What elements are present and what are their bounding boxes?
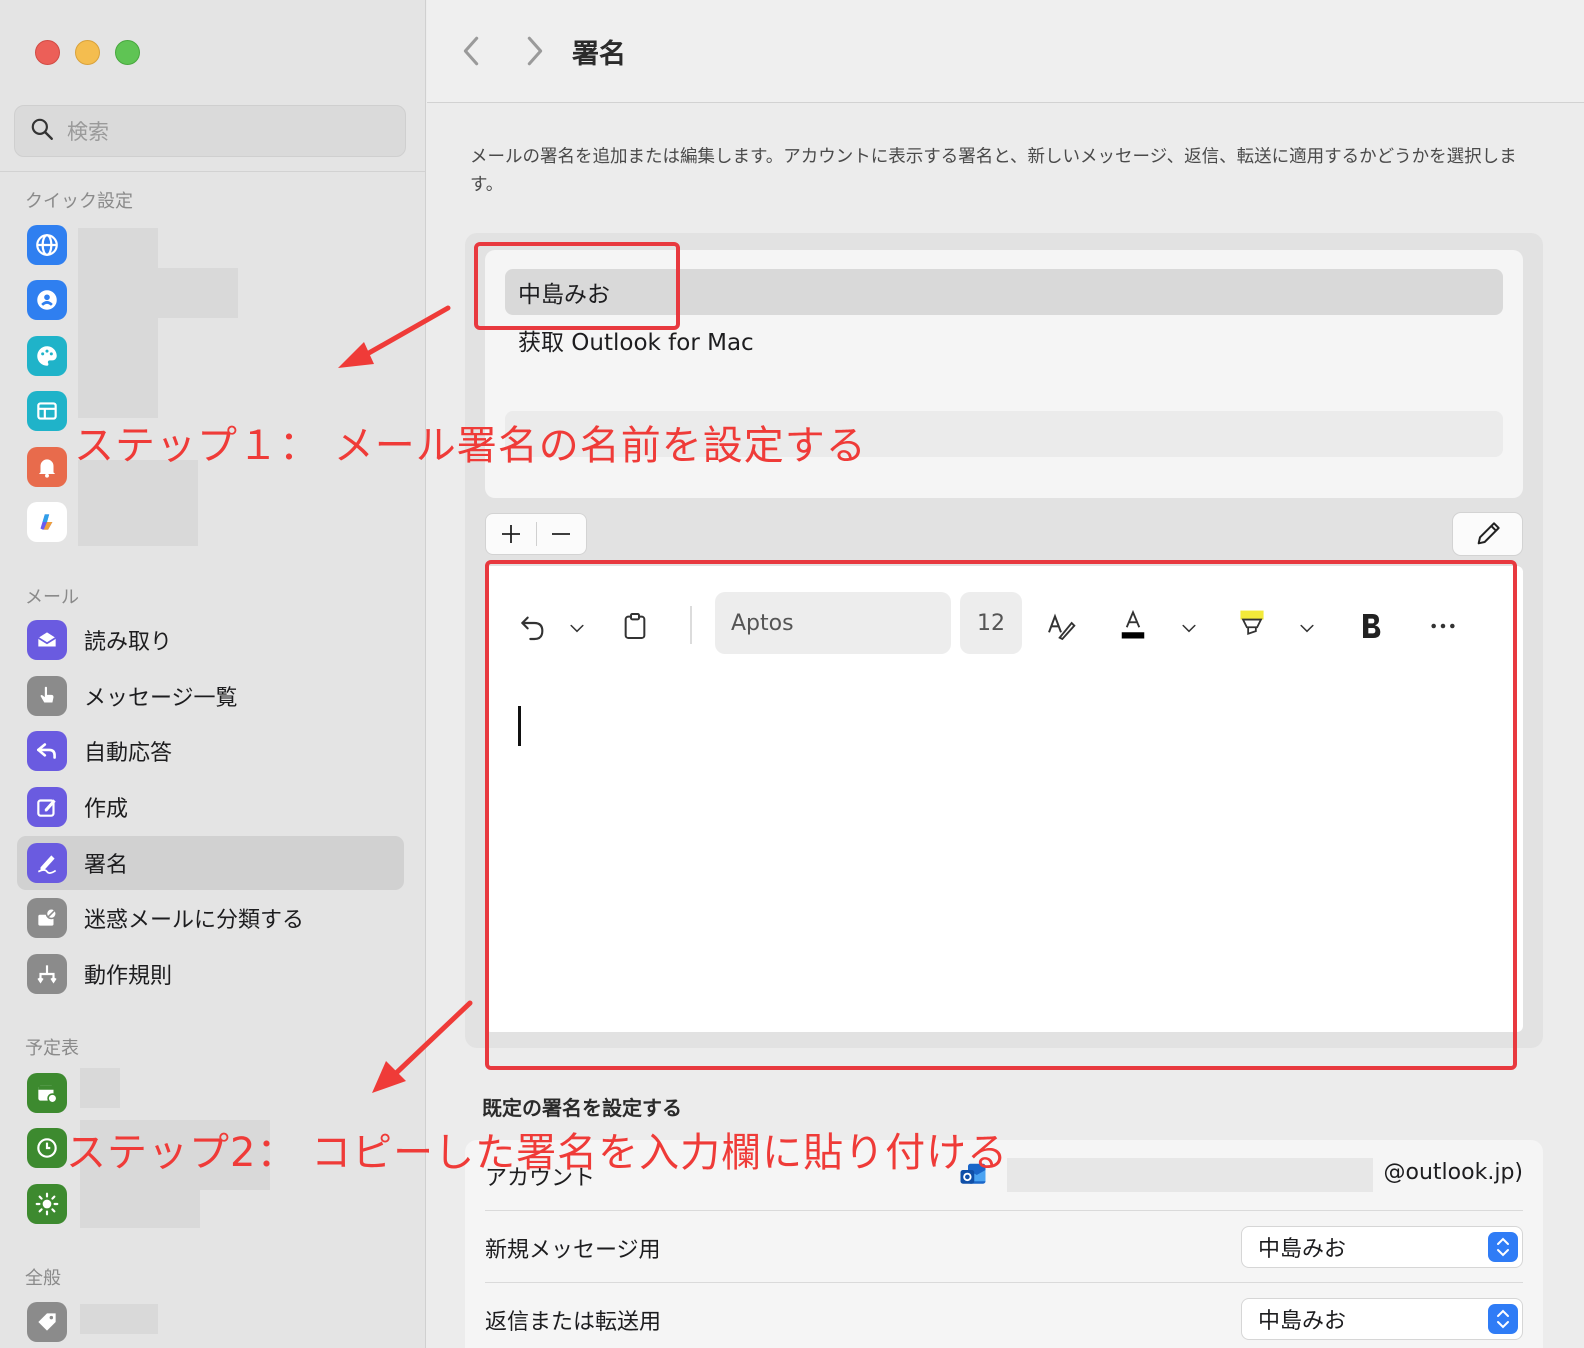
reply-label: 返信または転送用 — [485, 1310, 662, 1335]
search-input[interactable]: 検索 — [14, 105, 406, 157]
annotation-arrow-1 — [338, 305, 451, 368]
redacted-area — [80, 1068, 120, 1108]
sun-icon[interactable] — [27, 1184, 67, 1224]
redacted-area — [78, 228, 158, 268]
new-message-label: 新規メッセージ用 — [485, 1238, 661, 1263]
sidebar-item-reading[interactable]: 読み取り — [17, 613, 404, 667]
page-title: 署名 — [572, 39, 626, 70]
sidebar-item-label: メッセージ一覧 — [84, 686, 238, 711]
redacted-area — [80, 1190, 200, 1228]
divider — [485, 1210, 1523, 1211]
bell-icon[interactable] — [27, 447, 67, 487]
copilot-icon[interactable] — [27, 502, 67, 542]
minimize-window-button[interactable] — [75, 40, 100, 65]
updown-chevron-icon — [1488, 1304, 1518, 1334]
redacted-area — [1007, 1158, 1373, 1192]
divider — [485, 1282, 1523, 1283]
chevron-left-icon — [463, 36, 479, 66]
compose-icon — [27, 787, 67, 827]
redacted-area — [80, 1304, 158, 1334]
sidebar-item-label: 動作規則 — [84, 964, 173, 989]
step2-annotation: ステップ2： コピーした署名を入力欄に貼り付ける — [66, 1130, 1009, 1176]
new-message-signature-select[interactable]: 中島みお — [1241, 1226, 1523, 1268]
search-icon — [29, 116, 55, 146]
redacted-area — [78, 318, 158, 418]
palette-icon[interactable] — [27, 336, 67, 376]
select-value: 中島みお — [1258, 1237, 1347, 1262]
remove-signature-button[interactable] — [536, 514, 586, 554]
person-circle-icon[interactable] — [27, 280, 67, 320]
pencil-icon — [1477, 522, 1500, 545]
sidebar-item-compose[interactable]: 作成 — [17, 780, 404, 834]
layout-icon[interactable] — [27, 391, 67, 431]
sidebar-item-label: 読み取り — [84, 630, 173, 655]
close-window-button[interactable] — [35, 40, 60, 65]
sidebar-item-junk[interactable]: 迷惑メールに分類する — [17, 891, 404, 945]
minus-icon — [552, 533, 571, 535]
page-description: メールの署名を追加または編集します。アカウントに表示する署名と、新しいメッセージ… — [470, 147, 1517, 195]
sidebar-item-message-list[interactable]: メッセージ一覧 — [17, 669, 404, 723]
zoom-window-button[interactable] — [115, 40, 140, 65]
redacted-area — [78, 268, 238, 318]
sidebar-item-label: 迷惑メールに分類する — [84, 908, 305, 933]
envelope-open-icon — [27, 620, 67, 660]
edit-signature-button[interactable] — [1452, 512, 1523, 556]
section-title-mail: メール — [25, 587, 79, 608]
reply-signature-select[interactable]: 中島みお — [1241, 1298, 1523, 1340]
sidebar-divider — [0, 171, 425, 172]
annotation-arrow-2 — [372, 1000, 473, 1093]
search-placeholder: 検索 — [67, 120, 109, 144]
chevron-right-icon — [527, 36, 543, 66]
forward-button[interactable] — [518, 32, 552, 70]
new-message-row: 新規メッセージ用 中島みお — [485, 1212, 1523, 1284]
highlight-box-editor — [485, 560, 1517, 1070]
rules-icon — [27, 954, 67, 994]
add-signature-button[interactable] — [486, 514, 536, 554]
updown-chevron-icon — [1488, 1232, 1518, 1262]
plus-icon — [501, 525, 520, 543]
sidebar-item-auto-reply[interactable]: 自動応答 — [17, 724, 404, 778]
sidebar-item-label: 作成 — [84, 797, 129, 822]
calendar-gear-icon[interactable] — [27, 1073, 67, 1113]
section-title-general: 全般 — [25, 1268, 61, 1289]
section-title-quick: クイック設定 — [25, 191, 133, 212]
highlight-box-signature-name — [474, 242, 680, 330]
section-title-calendar: 予定表 — [25, 1038, 79, 1059]
sidebar-item-signature[interactable]: 署名 — [17, 836, 404, 890]
signature-pen-icon — [27, 843, 67, 883]
reply-row: 返信または転送用 中島みお — [485, 1284, 1523, 1348]
list-controls — [485, 513, 587, 555]
globe-icon[interactable] — [27, 225, 67, 265]
sidebar-item-label: 署名 — [84, 853, 129, 878]
title-bar: 署名 — [427, 0, 1584, 103]
clock-icon[interactable] — [27, 1128, 67, 1168]
redacted-area — [78, 460, 198, 546]
sidebar-item-rules[interactable]: 動作規則 — [17, 947, 404, 1001]
default-signature-title: 既定の署名を設定する — [482, 1096, 682, 1120]
step1-annotation: ステップ１： メール署名の名前を設定する — [74, 423, 867, 469]
reply-arrow-icon — [27, 731, 67, 771]
tag-icon[interactable] — [27, 1302, 67, 1342]
back-button[interactable] — [454, 32, 488, 70]
select-value: 中島みお — [1258, 1309, 1347, 1334]
account-email: @outlook.jp) — [1383, 1160, 1523, 1185]
sidebar-item-label: 自動応答 — [84, 741, 173, 766]
junk-mail-icon — [27, 898, 67, 938]
hand-pointer-icon — [27, 676, 67, 716]
